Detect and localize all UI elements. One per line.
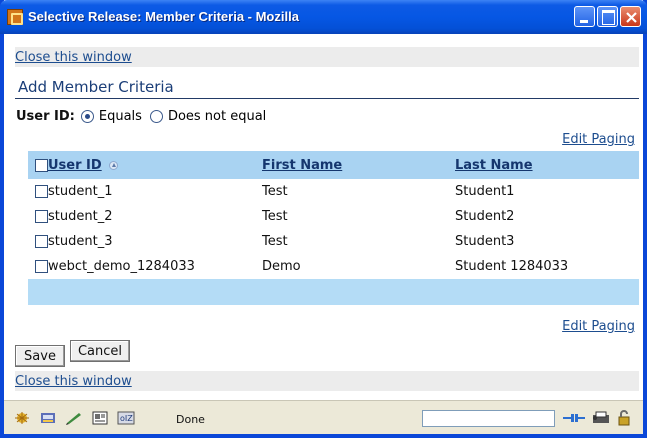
save-button[interactable]: Save bbox=[15, 345, 65, 367]
user-id-cell: student_3 bbox=[48, 234, 113, 249]
last-name-cell: Student1 bbox=[455, 184, 515, 199]
first-name-cell: Test bbox=[262, 184, 288, 199]
close-button[interactable] bbox=[620, 6, 641, 27]
user-id-cell: webct_demo_1284033 bbox=[48, 259, 195, 274]
first-name-cell: Demo bbox=[262, 259, 301, 274]
column-header-last-name[interactable]: Last Name bbox=[455, 158, 533, 173]
column-header-first-name[interactable]: First Name bbox=[262, 158, 342, 173]
status-bar: oIZ Done bbox=[4, 400, 643, 434]
address-book-icon[interactable] bbox=[91, 411, 109, 425]
user-id-cell: student_2 bbox=[48, 209, 113, 224]
does-not-equal-radio[interactable] bbox=[149, 109, 163, 123]
user-id-cell: student_1 bbox=[48, 184, 113, 199]
filter-label: User ID: bbox=[16, 108, 75, 124]
column-header-user-id[interactable]: User ID bbox=[48, 158, 102, 173]
mozilla-app-icon[interactable] bbox=[7, 9, 23, 25]
page-heading: Add Member Criteria bbox=[18, 78, 174, 96]
table-row: student_3 Test Student3 bbox=[28, 229, 639, 254]
maximize-button[interactable] bbox=[597, 6, 618, 27]
composer-icon[interactable] bbox=[65, 411, 83, 425]
select-all-checkbox[interactable] bbox=[35, 158, 48, 172]
navigator-icon[interactable] bbox=[13, 411, 31, 425]
table-row: student_1 Test Student1 bbox=[28, 179, 639, 204]
title-bar[interactable]: Selective Release: Member Criteria - Moz… bbox=[0, 0, 647, 34]
equals-radio[interactable] bbox=[80, 109, 94, 123]
window-title: Selective Release: Member Criteria - Moz… bbox=[28, 9, 299, 24]
sort-ascending-icon[interactable] bbox=[109, 160, 119, 170]
close-icon bbox=[626, 12, 637, 23]
security-lock-icon[interactable] bbox=[616, 410, 632, 426]
does-not-equal-radio-label[interactable]: Does not equal bbox=[168, 109, 266, 124]
close-window-bar-bottom: Close this window bbox=[15, 371, 639, 391]
cancel-button[interactable]: Cancel bbox=[70, 340, 130, 362]
table-row: student_2 Test Student2 bbox=[28, 204, 639, 229]
edit-paging-link-top[interactable]: Edit Paging bbox=[562, 132, 635, 147]
row-checkbox[interactable] bbox=[35, 185, 48, 198]
members-table: User ID First Name Last Name student_1 T… bbox=[28, 151, 639, 305]
row-checkbox[interactable] bbox=[35, 260, 48, 273]
component-bar: oIZ bbox=[13, 411, 135, 425]
equals-radio-label[interactable]: Equals bbox=[99, 109, 142, 124]
page-content: Close this window Add Member Criteria Us… bbox=[4, 34, 643, 400]
connection-icon[interactable] bbox=[562, 410, 586, 426]
user-id-filter: User ID: Equals Does not equal bbox=[16, 107, 274, 125]
first-name-cell: Test bbox=[262, 234, 288, 249]
chat-icon[interactable]: oIZ bbox=[117, 411, 135, 425]
close-window-bar-top: Close this window bbox=[15, 47, 639, 67]
first-name-cell: Test bbox=[262, 209, 288, 224]
last-name-cell: Student3 bbox=[455, 234, 515, 249]
close-window-link-bottom[interactable]: Close this window bbox=[15, 374, 132, 389]
svg-text:oIZ: oIZ bbox=[120, 414, 133, 423]
mail-icon[interactable] bbox=[39, 411, 57, 425]
table-row: webct_demo_1284033 Demo Student 1284033 bbox=[28, 254, 639, 279]
close-window-link-top[interactable]: Close this window bbox=[15, 50, 132, 65]
heading-divider bbox=[15, 98, 639, 99]
row-checkbox[interactable] bbox=[35, 235, 48, 248]
status-indicators bbox=[562, 410, 632, 426]
table-footer-row bbox=[28, 279, 639, 305]
edit-paging-link-bottom[interactable]: Edit Paging bbox=[562, 319, 635, 334]
minimize-button[interactable] bbox=[574, 6, 595, 27]
print-icon[interactable] bbox=[590, 410, 612, 426]
progress-field bbox=[422, 410, 555, 427]
row-checkbox[interactable] bbox=[35, 210, 48, 223]
last-name-cell: Student 1284033 bbox=[455, 259, 569, 274]
table-header-row: User ID First Name Last Name bbox=[28, 151, 639, 179]
status-text: Done bbox=[176, 413, 205, 426]
last-name-cell: Student2 bbox=[455, 209, 515, 224]
